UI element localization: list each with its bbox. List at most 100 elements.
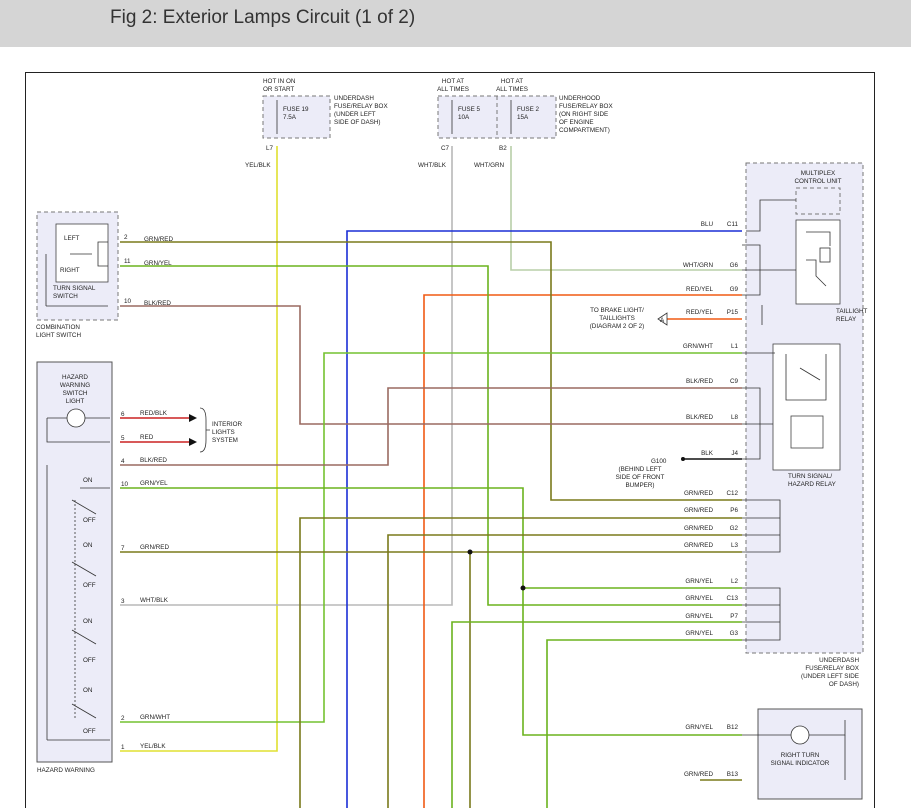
hot-label: ALL TIMES [496,86,528,93]
wire-wht-grn [510,146,742,271]
wire-label: GRN/RED [140,544,169,551]
wire-label: GRN/YEL [144,260,172,267]
internal-lines [45,100,846,780]
terminal-label: G2 [730,525,739,532]
wire-label: WHT/BLK [140,597,169,604]
wire-label: BLK/RED [686,378,713,385]
terminal-label: G3 [730,630,739,637]
wire-grn-wht [120,352,742,723]
underdash-fuse-box [262,95,331,139]
wire-label: GRN/YEL [685,724,713,731]
wire-label: GRN/YEL [685,595,713,602]
wire-label: GRN/RED [684,771,713,778]
pin-label: 5 [121,435,125,442]
ground-note: SIDE OF FRONT [616,474,665,481]
wire-label: BLK/RED [140,457,167,464]
wire-label: WHT/GRN [683,262,714,269]
assembly-label: LIGHT SWITCH [36,332,81,339]
pin-label: 6 [121,411,125,418]
wire-label: GRN/YEL [140,480,168,487]
fuse-box-label: (UNDER LEFT [334,111,376,118]
wire-label: RED/YEL [686,286,713,293]
wire-label: BLU [701,221,714,228]
off-label: OFF [83,582,96,589]
hazard-label: HAZARD WARNING [37,767,95,774]
fuse-box-label: FUSE/RELAY BOX [559,103,613,110]
turn-hazard-relay [772,343,841,471]
terminal-label: L1 [731,343,739,350]
terminal-label: P7 [730,613,738,620]
pin-label: 7 [121,545,125,552]
off-label: OFF [83,517,96,524]
terminal-label: P15 [727,309,739,316]
right-indicator-bulb-icon [790,725,810,745]
taillight-relay [795,219,841,305]
terminal-label: P6 [730,507,738,514]
right-indicator-label: SIGNAL INDICATOR [771,760,830,767]
ground-note: BUMPER) [625,482,654,489]
hazard-light-label: HAZARD [62,374,88,381]
wire-grn-red-c12 [120,241,742,501]
pin-label: 2 [121,715,125,722]
wire-label: BLK/RED [686,414,713,421]
wire-label: RED/YEL [686,309,713,316]
switch-label: LEFT [64,235,80,242]
switch-name: SWITCH [53,293,78,300]
multiplex-label: CONTROL UNIT [795,178,842,185]
switch-name: TURN SIGNAL [53,285,96,292]
wire-grn-yel-p7 [451,621,742,808]
terminal-label: C11 [727,221,739,228]
wire-label: BLK/RED [144,300,171,307]
wire-label: BLK [701,450,714,457]
interior-brace [199,407,210,453]
right-indicator-label: RIGHT TURN [781,752,820,759]
on-label: ON [83,542,93,549]
fuse-label: 15A [517,114,529,121]
terminal-label: C9 [730,378,739,385]
fuse-label: 10A [458,114,470,121]
wire-label: WHT/GRN [474,162,505,169]
interior-lights-label: SYSTEM [212,437,238,444]
fuse-label: 7.5A [283,114,297,121]
brake-ref-label: TO BRAKE LIGHT/ [590,307,644,314]
turn-relay-label: TURN SIGNAL/ [788,473,832,480]
wire-grn-red-p6 [299,517,742,808]
ground-note: (BEHIND LEFT [618,466,661,473]
hot-label: OR START [263,86,294,93]
terminal-label: J4 [731,450,738,457]
box-label: UNDERDASH [819,657,859,664]
terminal-label: L7 [266,145,274,152]
pin-label: 2 [124,234,128,241]
on-label: ON [83,687,93,694]
wire-label: GRN/WHT [683,343,713,350]
hot-label: HOT AT [501,78,523,85]
wiring-diagram: HOT IN ONOR STARTUNDERDASHFUSE/RELAY BOX… [25,72,875,808]
terminal-label: L2 [731,578,739,585]
box-label: FUSE/RELAY BOX [805,665,859,672]
arrow-right-icon [189,414,197,422]
taillight-relay-label: RELAY [836,316,857,323]
wire-label: GRN/RED [684,525,713,532]
wire-blu [346,230,742,808]
brake-ref-label: TAILLIGHTS [599,315,635,322]
switch-label: RIGHT [60,267,80,274]
component-boxes [36,95,864,800]
hazard-light-bulb-icon [66,408,86,428]
pin-label: 10 [121,481,129,488]
terminal-label: B12 [727,724,739,731]
terminal-label: C12 [726,490,738,497]
fuse-box-label: UNDERDASH [334,95,374,102]
wire-label: YEL/BLK [245,162,271,169]
multiplex-unit [795,187,841,215]
multiplex-label: MULTIPLEX [801,170,836,177]
wire-label: GRN/YEL [685,613,713,620]
fuse-box-label: COMPARTMENT) [559,127,610,134]
off-label: OFF [83,728,96,735]
on-label: ON [83,618,93,625]
arrow-right-icon [189,438,197,446]
hot-label: HOT IN ON [263,78,296,85]
fuse-box-label: UNDERHOOD [559,95,601,102]
turn-relay-label: HAZARD RELAY [788,481,837,488]
hazard-light-label: WARNING [60,382,90,389]
on-label: ON [83,477,93,484]
